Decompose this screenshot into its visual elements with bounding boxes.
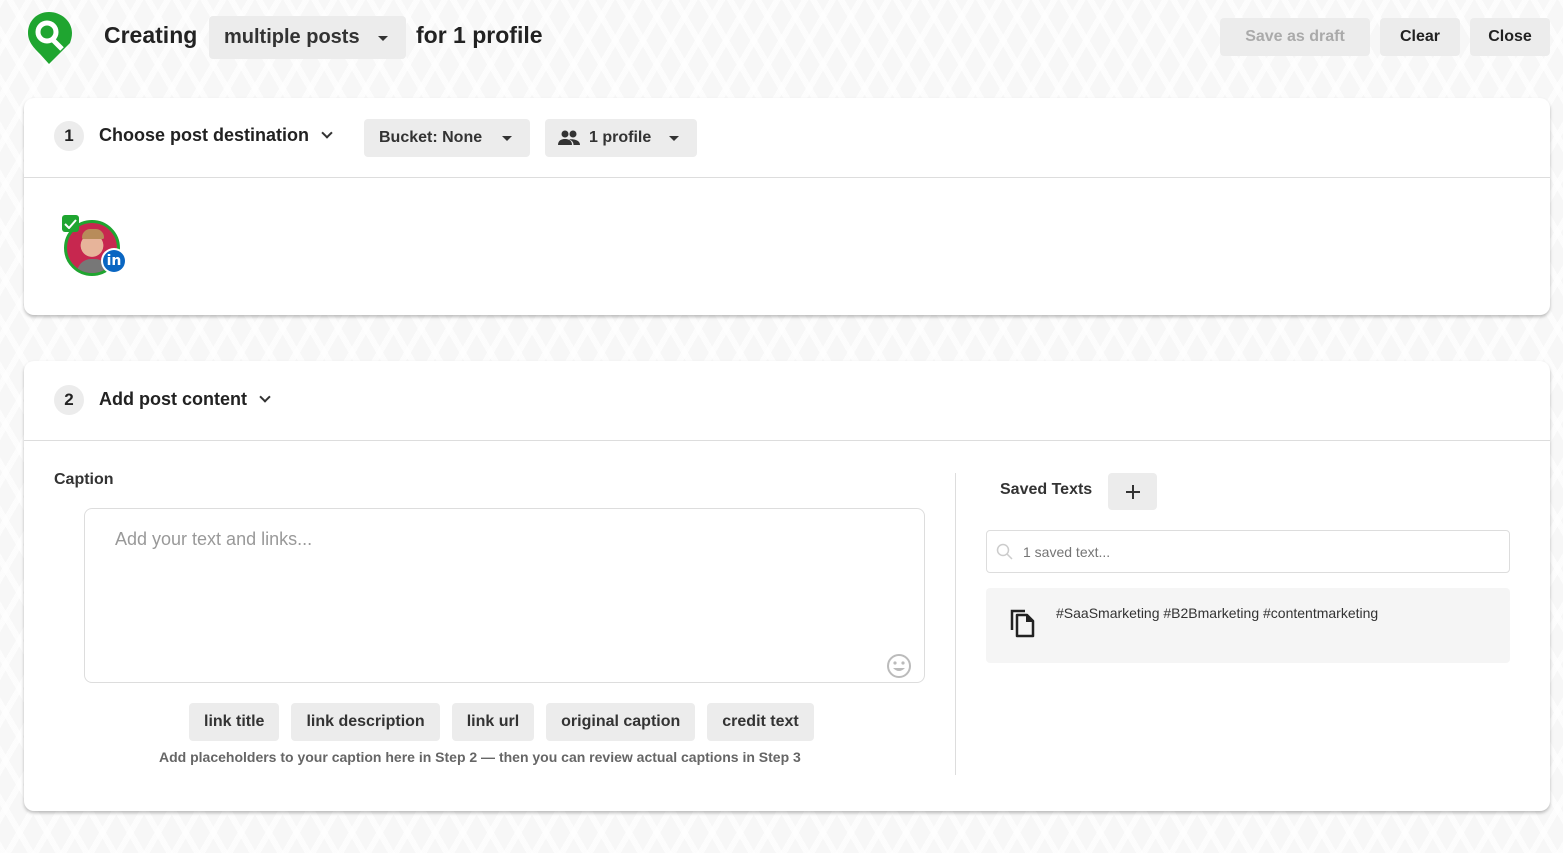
step1-card: 1 Choose post destination Bucket: None 1… (24, 98, 1550, 315)
caption-label: Caption (54, 471, 114, 488)
placeholder-link-url-button[interactable]: link url (451, 703, 535, 741)
profile-select[interactable]: 1 profile (545, 119, 697, 157)
people-icon (558, 130, 580, 145)
placeholder-credit-text-button[interactable]: credit text (707, 703, 814, 741)
step2-header: 2 Add post content (24, 361, 1550, 441)
chevron-down-icon (321, 127, 333, 139)
step-title: Add post content (99, 389, 247, 409)
caret-down-icon (502, 136, 512, 141)
save-draft-button[interactable]: Save as draft (1220, 18, 1370, 56)
step1-header: 1 Choose post destination Bucket: None 1… (24, 98, 1550, 178)
checkmark-icon (62, 215, 79, 232)
placeholder-link-description-button[interactable]: link description (291, 703, 440, 741)
creating-label: Creating (104, 22, 198, 48)
bucket-value: Bucket: None (379, 129, 483, 146)
emoji-icon[interactable] (886, 653, 912, 679)
step-number: 2 (54, 385, 84, 415)
choose-destination-toggle[interactable]: Choose post destination (99, 125, 333, 146)
step-number: 1 (54, 121, 84, 151)
clear-button[interactable]: Clear (1380, 18, 1460, 56)
close-button[interactable]: Close (1470, 18, 1550, 56)
saved-texts-title: Saved Texts (1000, 481, 1093, 498)
placeholder-link-title-button[interactable]: link title (189, 703, 280, 741)
saved-text-search-input[interactable] (987, 543, 1509, 560)
saved-text-search (986, 530, 1510, 573)
profile-count-label: for 1 profile (416, 22, 543, 48)
caret-down-icon (378, 36, 388, 41)
app-logo-icon[interactable] (26, 10, 72, 66)
post-mode-value: multiple posts (224, 26, 360, 48)
top-bar: Creating multiple posts for 1 profile Sa… (0, 0, 1563, 75)
profile-select-value: 1 profile (589, 129, 652, 146)
placeholder-hint: Add placeholders to your caption here in… (159, 749, 801, 765)
add-saved-text-button[interactable] (1108, 473, 1157, 510)
add-content-toggle[interactable]: Add post content (99, 389, 271, 410)
bucket-select[interactable]: Bucket: None (364, 119, 530, 157)
step2-card: 2 Add post content Caption link title li… (24, 361, 1550, 811)
placeholder-original-caption-button[interactable]: original caption (546, 703, 696, 741)
post-mode-select[interactable]: multiple posts (209, 16, 406, 59)
saved-text-item[interactable]: #SaaSmarketing #B2Bmarketing #contentmar… (986, 588, 1510, 663)
linkedin-icon: in (101, 248, 127, 274)
divider (955, 473, 956, 775)
placeholder-buttons: link title link description link url ori… (189, 703, 814, 741)
search-icon (996, 543, 1013, 560)
step-title: Choose post destination (99, 125, 310, 145)
profile-avatar[interactable]: in (62, 215, 129, 278)
saved-text-content: #SaaSmarketing #B2Bmarketing #contentmar… (1056, 605, 1379, 621)
plus-icon (1125, 484, 1140, 499)
caption-input[interactable] (84, 508, 925, 683)
chevron-down-icon (259, 391, 271, 403)
caret-down-icon (669, 136, 679, 141)
copy-icon (1010, 609, 1035, 638)
